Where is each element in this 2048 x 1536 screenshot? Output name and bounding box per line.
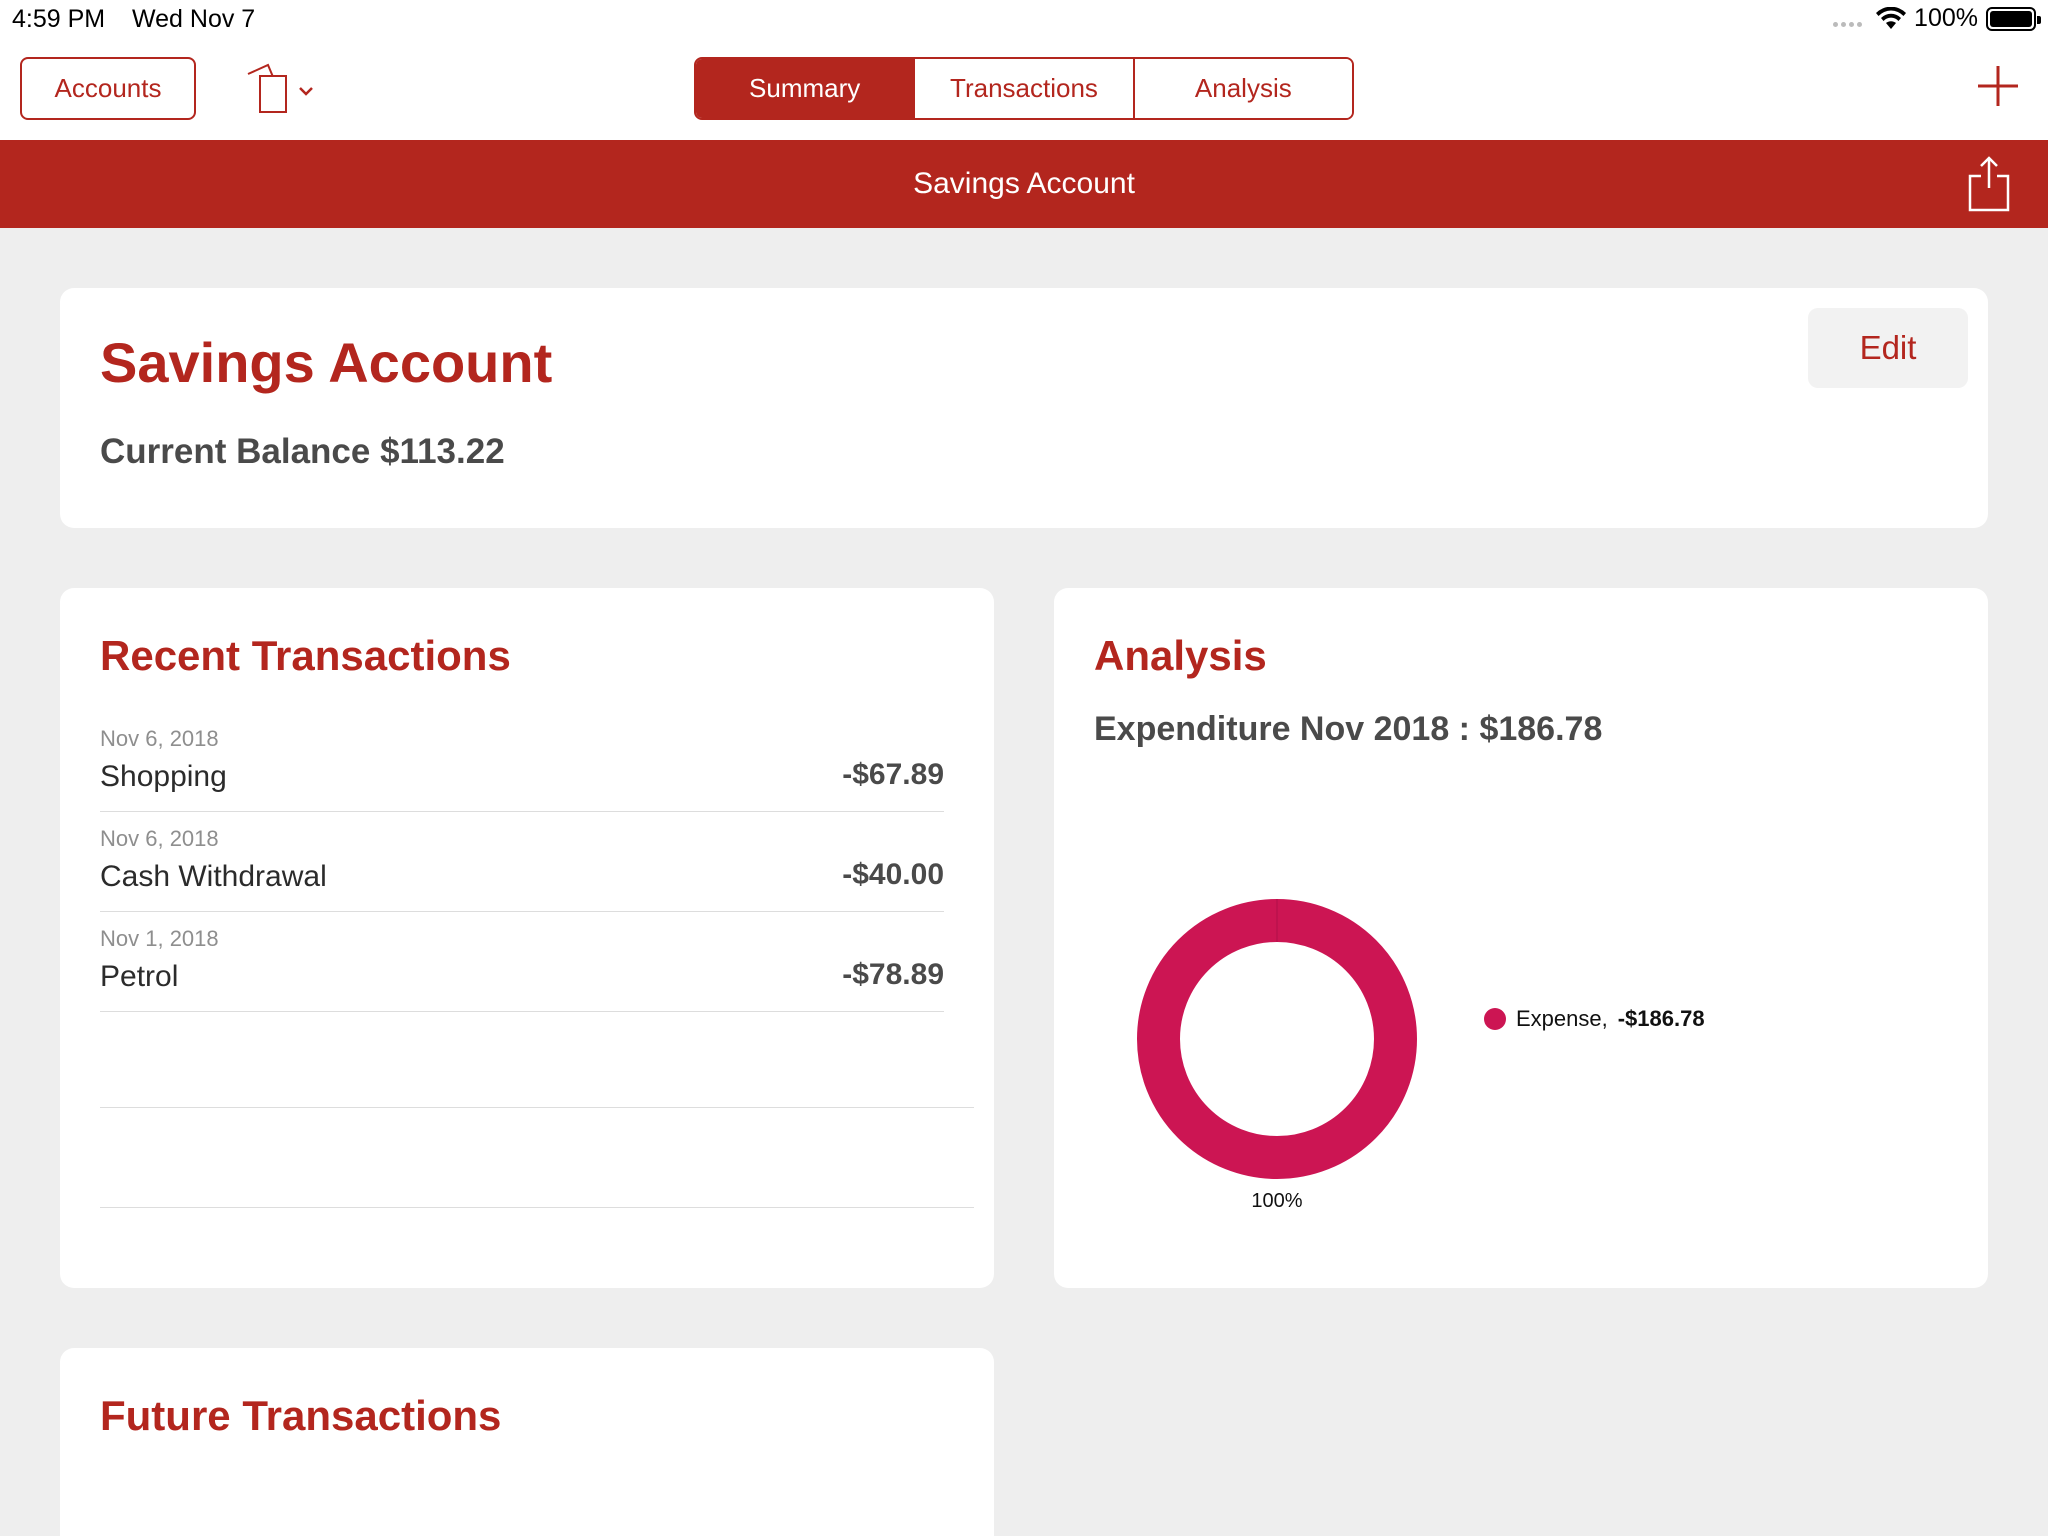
- current-balance: Current Balance $113.22: [100, 432, 505, 471]
- legend-label: Expense,: [1516, 1006, 1608, 1031]
- status-indicators: 100%: [1833, 4, 2041, 33]
- transaction-name: Cash Withdrawal: [100, 860, 327, 893]
- transaction-amount: -$40.00: [842, 858, 944, 891]
- recent-transactions-card: Recent Transactions Nov 6, 2018 Shopping…: [60, 588, 994, 1288]
- donut-slice-expense[interactable]: [1137, 899, 1417, 1179]
- chevron-down-icon: [299, 87, 313, 96]
- transaction-amount: -$78.89: [842, 958, 944, 991]
- transaction-date: Nov 6, 2018: [100, 726, 219, 751]
- recent-transactions-heading: Recent Transactions: [100, 632, 511, 679]
- accounts-button[interactable]: Accounts: [20, 57, 196, 120]
- add-button[interactable]: [1972, 60, 2024, 112]
- tab-transactions[interactable]: Transactions: [915, 59, 1135, 118]
- future-transactions-heading: Future Transactions: [100, 1392, 502, 1439]
- transaction-row[interactable]: Nov 1, 2018 Petrol -$78.89: [100, 912, 944, 1012]
- cards-icon: [247, 63, 313, 113]
- expenditure-summary: Expenditure Nov 2018 : $186.78: [1094, 710, 1603, 748]
- future-transactions-card: Future Transactions: [60, 1348, 994, 1536]
- chart-legend: Expense, -$186.78: [1484, 1006, 1705, 1032]
- status-date: Wed Nov 7: [132, 5, 256, 33]
- transaction-date: Nov 1, 2018: [100, 926, 219, 951]
- view-segmented-control: Summary Transactions Analysis: [694, 57, 1354, 120]
- share-icon: [1968, 156, 2010, 212]
- legend-swatch: [1484, 1008, 1506, 1030]
- transaction-list: Nov 6, 2018 Shopping -$67.89 Nov 6, 2018…: [100, 712, 944, 1012]
- cards-menu-button[interactable]: [246, 62, 320, 114]
- navigation-bar: Accounts Summary Transactions Analysis: [0, 40, 2048, 140]
- expense-donut-chart[interactable]: [1132, 894, 1422, 1184]
- battery-icon: [1986, 6, 2041, 31]
- analysis-heading: Analysis: [1094, 632, 1267, 679]
- transaction-row[interactable]: Nov 6, 2018 Cash Withdrawal -$40.00: [100, 812, 944, 912]
- analysis-card: Analysis Expenditure Nov 2018 : $186.78 …: [1054, 588, 1988, 1288]
- account-name: Savings Account: [100, 331, 553, 394]
- edit-button[interactable]: Edit: [1808, 308, 1968, 388]
- title-bar-label: Savings Account: [913, 167, 1135, 200]
- donut-percent-label: 100%: [1251, 1190, 1303, 1212]
- tab-analysis[interactable]: Analysis: [1134, 59, 1352, 118]
- tab-summary[interactable]: Summary: [696, 59, 916, 118]
- plus-icon: [1978, 66, 2018, 106]
- transaction-row[interactable]: Nov 6, 2018 Shopping -$67.89: [100, 712, 944, 812]
- battery-percent: 100%: [1914, 4, 1978, 32]
- signal-dots-icon: [1833, 10, 1863, 27]
- status-bar: 4:59 PM Wed Nov 7 100%: [0, 0, 2048, 40]
- empty-row-divider: [100, 1207, 974, 1208]
- transaction-name: Shopping: [100, 760, 227, 793]
- transaction-name: Petrol: [100, 960, 179, 993]
- transaction-date: Nov 6, 2018: [100, 826, 219, 851]
- account-summary-card: Savings Account Current Balance $113.22 …: [60, 288, 1988, 528]
- wifi-icon: [1876, 6, 1907, 29]
- legend-value: -$186.78: [1617, 1006, 1705, 1031]
- account-title-bar: Savings Account: [0, 140, 2048, 228]
- status-time: 4:59 PM: [12, 5, 106, 33]
- share-button[interactable]: [1966, 154, 2012, 214]
- transaction-amount: -$67.89: [842, 758, 944, 791]
- empty-row-divider: [100, 1107, 974, 1108]
